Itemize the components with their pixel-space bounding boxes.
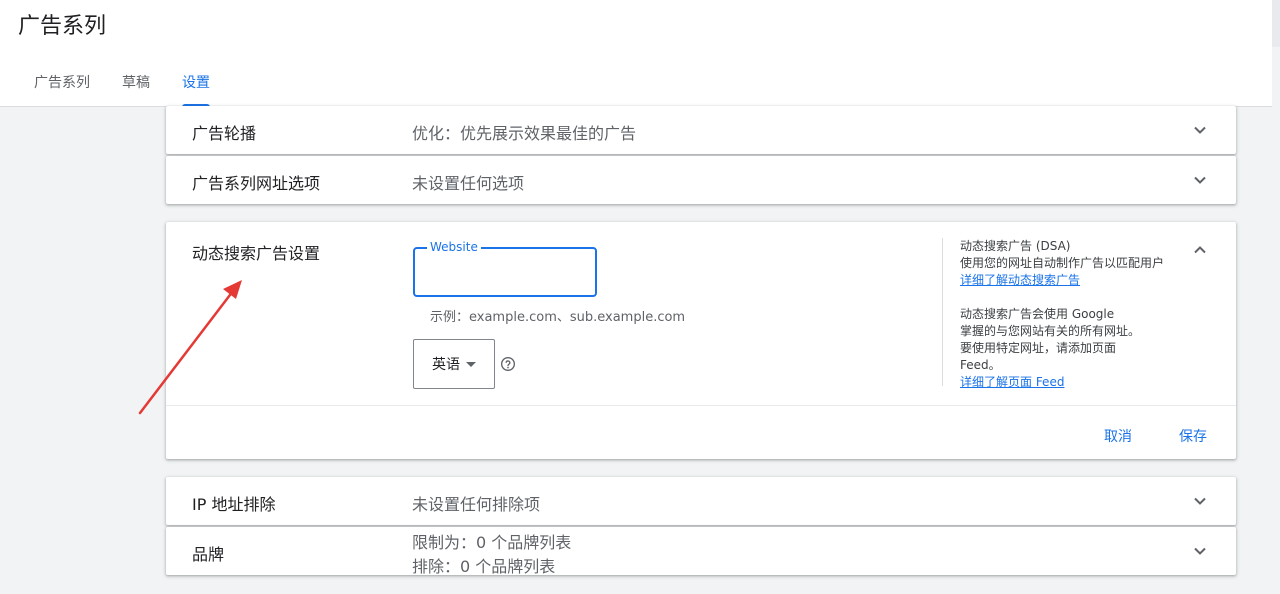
url-options-label: 广告系列网址选项 (192, 174, 321, 193)
website-example-hint: 示例：example.com、sub.example.com (430, 310, 686, 325)
side-panel-divider (942, 238, 943, 386)
url-options-value: 未设置任何选项 (412, 174, 525, 193)
dropdown-caret-icon (466, 361, 476, 367)
ip-exclusion-label: IP 地址排除 (192, 495, 276, 514)
url-options-row[interactable]: 广告系列网址选项 未设置任何选项 (166, 156, 1236, 204)
help-line: Feed。 (960, 358, 1001, 372)
website-input[interactable] (415, 249, 595, 295)
dsa-settings-panel: 动态搜索广告设置 Website 示例：example.com、sub.exam… (166, 222, 1236, 459)
brand-label: 品牌 (192, 545, 225, 564)
learn-more-page-feed-link[interactable]: 详细了解页面 Feed (960, 375, 1064, 389)
help-line: 使用您的网址自动制作广告以匹配用户 (960, 256, 1165, 270)
scrollbar-track[interactable] (1272, 0, 1280, 47)
language-select[interactable]: 英语 (413, 339, 495, 389)
save-button[interactable]: 保存 (1179, 426, 1207, 446)
page-title: 广告系列 (18, 14, 107, 39)
help-line: 动态搜索广告 (DSA) (960, 239, 1071, 253)
learn-more-dsa-link[interactable]: 详细了解动态搜索广告 (960, 273, 1080, 287)
ad-rotation-row[interactable]: 广告轮播 优化：优先展示效果最佳的广告 (166, 106, 1236, 154)
help-line: 动态搜索广告会使用 Google (960, 307, 1115, 321)
dsa-help-panel: 动态搜索广告 (DSA) 使用您的网址自动制作广告以匹配用户 详细了解动态搜索广… (960, 238, 1175, 391)
brand-value: 限制为：0 个品牌列表 排除：0 个品牌列表 (412, 531, 571, 579)
ad-rotation-value: 优化：优先展示效果最佳的广告 (412, 124, 637, 143)
help-line: 要使用特定网址，请添加页面 (960, 341, 1117, 355)
dsa-title: 动态搜索广告设置 (192, 244, 321, 263)
ip-exclusion-value: 未设置任何排除项 (412, 495, 541, 514)
tab-settings[interactable]: 设置 (166, 62, 226, 107)
annotation-arrow-icon (138, 280, 242, 415)
website-field-label: Website (427, 240, 481, 254)
tab-campaigns[interactable]: 广告系列 (18, 62, 106, 107)
help-icon[interactable] (500, 356, 516, 372)
chevron-up-icon[interactable] (1190, 240, 1210, 260)
top-bar: 广告系列 广告系列 草稿 设置 (0, 0, 1272, 107)
website-field-wrapper: Website (413, 240, 597, 297)
ip-exclusion-row[interactable]: IP 地址排除 未设置任何排除项 (166, 477, 1236, 525)
brand-row[interactable]: 品牌 限制为：0 个品牌列表 排除：0 个品牌列表 (166, 527, 1236, 576)
dsa-footer: 取消 保存 (166, 405, 1236, 459)
chevron-down-icon[interactable] (1190, 491, 1210, 511)
chevron-down-icon[interactable] (1190, 541, 1210, 561)
cancel-button[interactable]: 取消 (1104, 426, 1132, 446)
language-select-value: 英语 (432, 357, 460, 373)
help-line: 掌握的与您网站有关的所有网址。 (960, 324, 1141, 338)
chevron-down-icon[interactable] (1190, 120, 1210, 140)
tab-bar: 广告系列 草稿 设置 (18, 62, 226, 107)
chevron-down-icon[interactable] (1190, 170, 1210, 190)
ad-rotation-label: 广告轮播 (192, 124, 257, 143)
brand-exclude-value: 排除：0 个品牌列表 (412, 557, 556, 576)
brand-include-value: 限制为：0 个品牌列表 (412, 533, 572, 552)
tab-drafts[interactable]: 草稿 (106, 62, 166, 107)
